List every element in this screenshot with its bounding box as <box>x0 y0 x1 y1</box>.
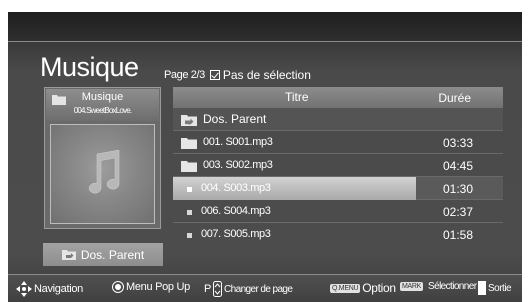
list-item[interactable]: 003. S002.mp3 04:45 <box>173 154 503 177</box>
list-item[interactable]: 001. S001.mp3 03:33 <box>173 131 503 154</box>
ok-button-icon <box>112 281 124 293</box>
list-item-parent-folder[interactable]: Dos. Parent <box>173 108 503 131</box>
column-duration: Durée <box>438 91 471 105</box>
top-bar <box>8 12 522 42</box>
preview-folder-name: Musique <box>81 91 124 103</box>
exit-key-icon <box>478 281 486 295</box>
help-menu-popup-label: Menu Pop Up <box>126 281 190 293</box>
folder-up-icon <box>181 115 197 126</box>
list-item-selected[interactable]: 004. S003.mp3 01:30 <box>173 177 503 200</box>
folder-up-icon <box>61 250 76 260</box>
preview-track-name: 004.SweetBoxLove. <box>73 106 132 115</box>
list-item-name: 004. S003.mp3 <box>201 182 271 194</box>
list-item-duration: 03:33 <box>443 136 474 150</box>
page-indicator: Page 2/3 <box>164 69 205 81</box>
qmenu-key-icon: Q.MENU <box>330 283 361 293</box>
help-select-label: Sélectionner <box>428 281 477 292</box>
preview-header: Musique 004.SweetBoxLove. <box>46 89 159 121</box>
selection-status: Pas de sélection <box>222 68 311 82</box>
help-exit-label: Sortie <box>488 282 512 294</box>
list-item-duration: 01:30 <box>443 182 474 196</box>
column-title: Titre <box>285 90 309 104</box>
page-info: Page 2/3 Pas de sélection <box>164 68 311 82</box>
list-item-name: 003. S002.mp3 <box>203 159 273 171</box>
help-exit: Sortie <box>478 281 512 295</box>
list-item-name: Dos. Parent <box>203 112 267 126</box>
help-change-page: P Changer de page <box>204 281 293 297</box>
page-key-label: P <box>204 283 212 295</box>
help-menu-popup: Menu Pop Up <box>112 281 190 293</box>
list-item-duration: 04:45 <box>443 159 474 173</box>
list-item[interactable]: 006. S004.mp3 02:37 <box>173 200 503 223</box>
audio-file-icon <box>187 210 192 215</box>
audio-file-icon <box>187 187 192 192</box>
preview-panel: Musique 004.SweetBoxLove. <box>44 87 161 229</box>
list-item-name: 007. S005.mp3 <box>201 228 271 240</box>
list-item-name: 001. S001.mp3 <box>203 136 273 148</box>
mark-key-icon: MARK <box>400 282 424 291</box>
help-change-page-label: Changer de page <box>224 283 293 295</box>
list-item-name: 006. S004.mp3 <box>201 205 271 217</box>
list-item-duration: 02:37 <box>443 205 474 219</box>
dpad-icon <box>16 281 32 297</box>
folder-icon <box>181 161 197 172</box>
page-title: Musique <box>40 52 139 82</box>
file-list-header: Titre Durée <box>173 87 503 108</box>
parent-folder-button[interactable]: Dos. Parent <box>43 243 163 266</box>
folder-icon <box>181 138 197 149</box>
help-option: Q.MENU Option <box>330 281 396 295</box>
parent-folder-label: Dos. Parent <box>80 247 145 262</box>
help-select: MARK Sélectionner <box>400 281 477 292</box>
checkbox-icon <box>209 70 220 80</box>
audio-file-icon <box>187 233 192 238</box>
help-navigation-label: Navigation <box>34 283 83 295</box>
music-note-icon <box>88 150 120 194</box>
help-navigation: Navigation <box>16 281 83 297</box>
list-item-duration: 01:58 <box>443 228 474 242</box>
music-browser-screen: Musique Page 2/3 Pas de sélection Musiqu… <box>8 12 522 302</box>
page-updown-icon <box>213 281 223 297</box>
album-art-placeholder <box>50 124 155 224</box>
help-option-label: Option <box>362 281 396 295</box>
help-bar: Navigation Menu Pop Up P Changer de page… <box>8 274 522 302</box>
list-item[interactable]: 007. S005.mp3 01:58 <box>173 223 503 246</box>
